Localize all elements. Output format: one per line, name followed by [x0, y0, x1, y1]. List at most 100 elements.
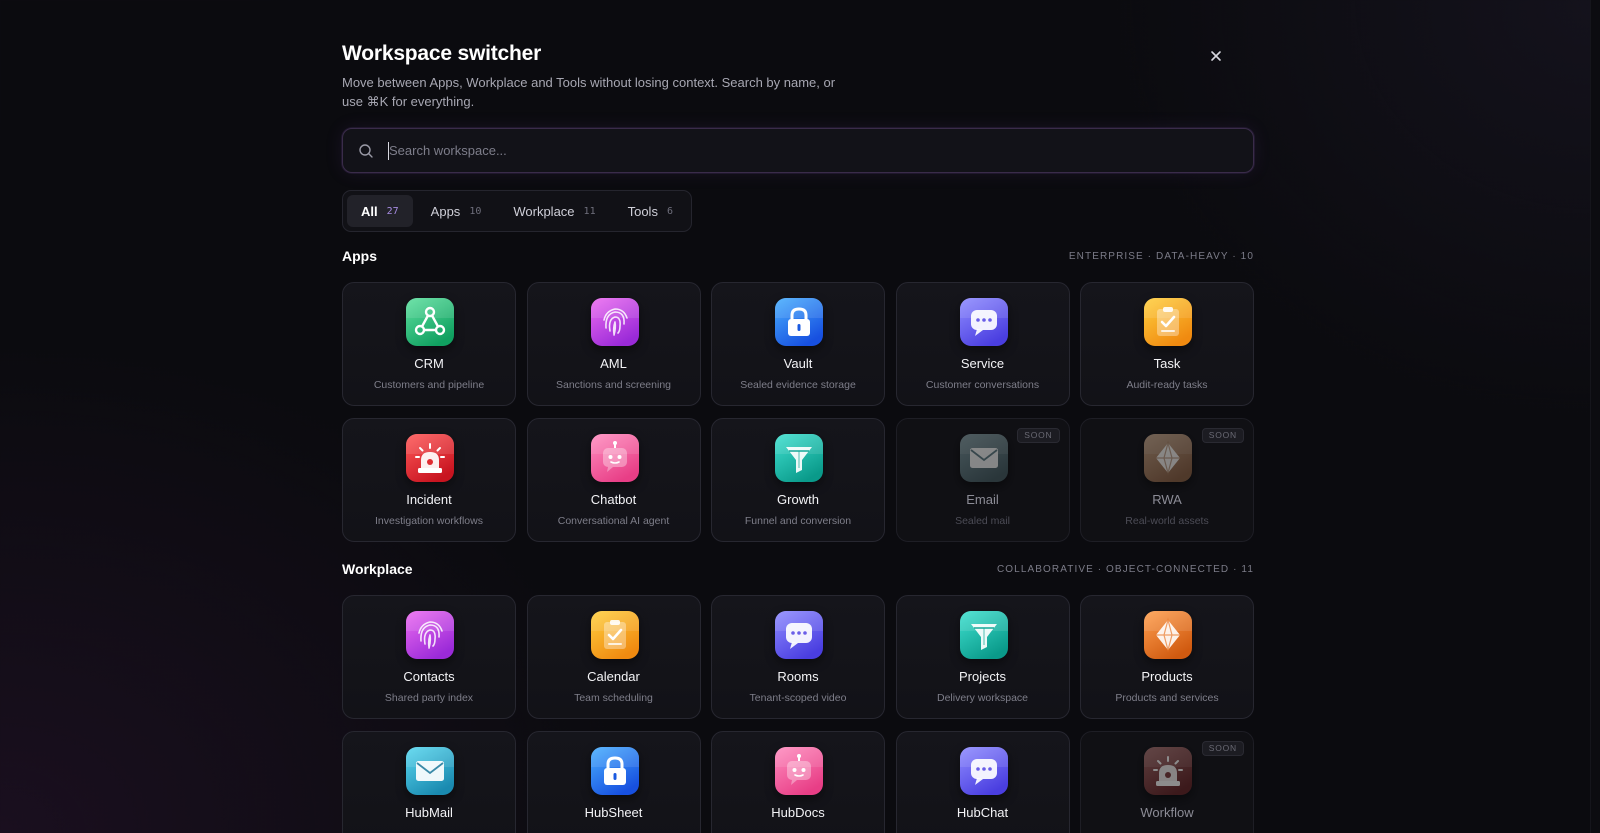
app-icon: [775, 611, 823, 659]
card-name: Task: [1153, 356, 1181, 371]
close-icon: [1211, 51, 1221, 61]
card-description: Investigation workflows: [375, 515, 483, 527]
modal-subtitle: Move between Apps, Workplace and Tools w…: [342, 75, 836, 109]
app-icon: [406, 298, 454, 346]
diamond-icon: [1144, 611, 1192, 659]
chat-bubble-icon: [959, 298, 1008, 346]
workspace-card-calendar[interactable]: Calendar Team scheduling: [526, 595, 701, 719]
card-name: Products: [1141, 669, 1193, 684]
app-icon: [1144, 298, 1192, 346]
section-grid-workplace: Contacts Shared party index Calendar Team s…: [342, 595, 1254, 833]
chat-bubble-icon: [959, 747, 1008, 795]
funnel-icon: [775, 434, 823, 482]
card-name: HubSheet: [584, 805, 643, 820]
app-icon: [959, 298, 1008, 346]
workspace-card-hubdocs[interactable]: HubDocs: [711, 731, 885, 833]
workspace-switcher-modal: Workspace switcher Move between Apps, Wo…: [342, 0, 1254, 833]
app-icon: [959, 434, 1008, 482]
section-meta: COLLABORATIVE · OBJECT-CONNECTED · 11: [996, 564, 1254, 575]
app-icon: [590, 434, 639, 482]
siren-icon: [1144, 747, 1192, 795]
workspace-card-rooms[interactable]: Rooms Tenant-scoped video: [711, 595, 885, 719]
funnel-icon: [959, 611, 1008, 659]
network-icon: [406, 298, 454, 346]
search-box[interactable]: [342, 128, 1254, 173]
app-icon: [1144, 747, 1192, 795]
card-description: Sanctions and screening: [556, 379, 671, 391]
card-name: HubMail: [405, 805, 453, 820]
diamond-icon: [1144, 434, 1192, 482]
card-name: Rooms: [777, 669, 819, 684]
search-input[interactable]: [389, 129, 1229, 172]
workspace-card-crm[interactable]: CRM Customers and pipeline: [342, 282, 516, 406]
close-button[interactable]: [1204, 44, 1228, 68]
app-icon: [406, 611, 454, 659]
tab-apps[interactable]: Apps 10: [417, 195, 496, 227]
modal-title: Workspace switcher: [342, 42, 542, 65]
workspace-card-task[interactable]: Task Audit-ready tasks: [1080, 282, 1254, 406]
soon-badge: SOON: [1201, 428, 1244, 443]
card-name: RWA: [1152, 492, 1182, 507]
search-icon: [359, 144, 373, 158]
workspace-card-incident[interactable]: Incident Investigation workflows: [342, 418, 516, 542]
card-name: Workflow: [1140, 805, 1194, 820]
chat-bubble-icon: [775, 611, 823, 659]
scrollbar[interactable]: [1590, 0, 1600, 833]
fingerprint-icon: [406, 611, 454, 659]
lock-icon: [775, 298, 823, 346]
tab-tools[interactable]: Tools 6: [614, 195, 687, 227]
section-header-apps: Apps ENTERPRISE · DATA-HEAVY · 10: [342, 248, 1254, 268]
workspace-card-projects[interactable]: Projects Delivery workspace: [895, 595, 1070, 719]
workspace-card-growth[interactable]: Growth Funnel and conversion: [711, 418, 885, 542]
tab-label: Apps: [430, 203, 461, 219]
workspace-card-rwa[interactable]: RWA Real-world assets SOON: [1080, 418, 1254, 542]
card-name: HubChat: [956, 805, 1009, 820]
clipboard-check-icon: [1144, 298, 1192, 346]
workspace-card-hubmail[interactable]: HubMail: [342, 731, 516, 833]
tab-label: All: [361, 203, 378, 219]
workspace-card-aml[interactable]: AML Sanctions and screening: [526, 282, 701, 406]
card-name: Growth: [777, 492, 819, 507]
app-icon: [590, 747, 639, 795]
card-description: Customer conversations: [925, 379, 1040, 391]
card-name: Projects: [959, 669, 1006, 684]
card-description: Sealed mail: [955, 515, 1010, 527]
workspace-card-service[interactable]: Service Customer conversations: [895, 282, 1070, 406]
card-description: Real-world assets: [1125, 515, 1209, 527]
card-name: Service: [960, 356, 1005, 371]
card-name: CRM: [414, 356, 444, 371]
card-description: Tenant-scoped video: [749, 692, 847, 704]
app-icon: [406, 747, 454, 795]
workspace-card-vault[interactable]: Vault Sealed evidence storage: [711, 282, 885, 406]
section-header-workplace: Workplace COLLABORATIVE · OBJECT-CONNECTE…: [342, 561, 1254, 581]
card-description: Products and services: [1115, 692, 1219, 704]
section-meta: ENTERPRISE · DATA-HEAVY · 10: [1068, 251, 1254, 262]
workspace-card-chatbot[interactable]: Chatbot Conversational AI agent: [526, 418, 701, 542]
app-icon: [590, 298, 639, 346]
card-description: Shared party index: [384, 692, 474, 704]
workspace-card-products[interactable]: Products Products and services: [1080, 595, 1254, 719]
tab-workplace[interactable]: Workplace 11: [499, 195, 609, 227]
card-name: Vault: [783, 356, 813, 371]
card-description: Sealed evidence storage: [740, 379, 856, 391]
workspace-card-email[interactable]: Email Sealed mail SOON: [895, 418, 1070, 542]
workspace-card-contacts[interactable]: Contacts Shared party index: [342, 595, 516, 719]
filter-tabs: All 27 Apps 10 Workplace 11 Tools 6: [342, 190, 692, 232]
app-icon: [959, 611, 1008, 659]
workspace-card-hubsheet[interactable]: HubSheet: [526, 731, 701, 833]
app-icon: [775, 747, 823, 795]
tab-count: 10: [469, 205, 482, 217]
tab-all[interactable]: All 27: [347, 195, 413, 227]
tab-label: Tools: [627, 203, 658, 219]
soon-badge: SOON: [1017, 428, 1060, 443]
clipboard-check-icon: [590, 611, 639, 659]
section-title: Workplace: [342, 561, 413, 577]
app-icon: [775, 298, 823, 346]
envelope-icon: [959, 434, 1008, 482]
tab-count: 11: [583, 205, 596, 217]
app-icon: [590, 611, 639, 659]
workspace-card-hubchat[interactable]: HubChat: [895, 731, 1070, 833]
card-description: Funnel and conversion: [744, 515, 852, 527]
workspace-card-workflow[interactable]: Workflow SOON: [1080, 731, 1254, 833]
app-icon: [1144, 611, 1192, 659]
